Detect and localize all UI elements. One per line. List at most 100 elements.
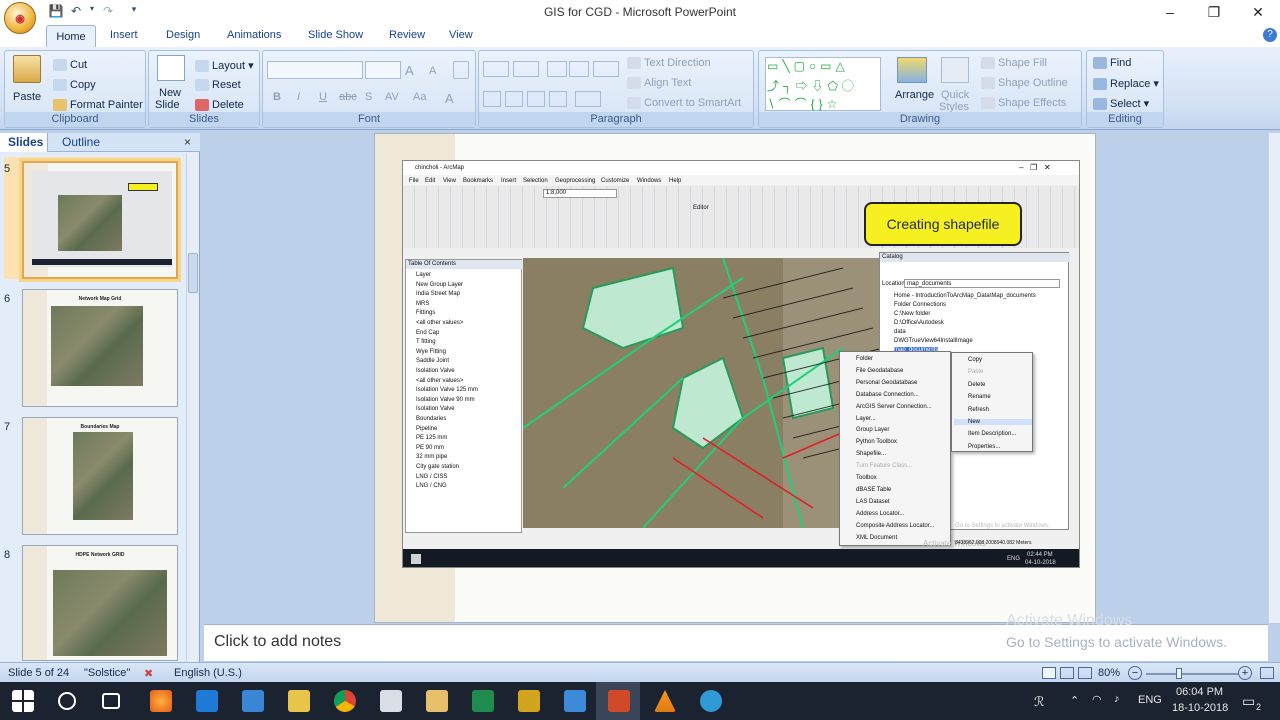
justify-icon[interactable] (549, 91, 567, 107)
edge-icon[interactable] (196, 690, 218, 712)
toc-item[interactable]: LNG / CISS (416, 474, 447, 480)
toc-item[interactable]: Layer (416, 272, 431, 278)
arcmap-menu-customize[interactable]: Customize (601, 178, 629, 184)
find-button[interactable]: Find (1093, 57, 1131, 70)
people-icon[interactable]: ℛ (1034, 694, 1044, 710)
text-direction-button[interactable]: Text Direction (627, 57, 711, 70)
layout-button[interactable]: Layout ▾ (195, 59, 254, 73)
minimize-button[interactable]: – (1148, 0, 1192, 25)
toc-item[interactable]: PE 125 mm (416, 435, 447, 441)
strikethrough-button[interactable]: abc (339, 91, 357, 103)
zoom-slider-thumb[interactable] (1176, 668, 1182, 679)
arrange-icon[interactable] (897, 57, 927, 83)
office-button[interactable]: ◉ (4, 2, 36, 34)
toc-item[interactable]: Isolation Valve (416, 368, 455, 374)
arcmap-menu-insert[interactable]: Insert (501, 178, 516, 184)
spellcheck-icon[interactable]: ✖ (144, 667, 153, 680)
catalog-item[interactable]: Home - IntroductionToArcMap_Data\Map_doc… (894, 293, 1036, 299)
maximize-button[interactable]: ❐ (1192, 0, 1236, 25)
italic-button[interactable]: I (297, 91, 300, 103)
cortana-icon[interactable] (58, 692, 76, 710)
arcmap-editor[interactable]: Editor (693, 205, 709, 211)
new-slide-label-2[interactable]: Slide (155, 99, 179, 111)
bullets-icon[interactable] (483, 61, 509, 77)
align-center-icon[interactable] (505, 91, 523, 107)
arcmap-menu-view[interactable]: View (443, 178, 456, 184)
new-menu-item[interactable]: Group Layer (856, 427, 889, 433)
close-button[interactable]: ✕ (1236, 0, 1280, 25)
language-indicator[interactable]: ENG (1138, 694, 1162, 706)
bold-button[interactable]: B (273, 91, 281, 103)
powerpoint-icon[interactable] (608, 690, 630, 712)
toc-item[interactable]: <all other values> (416, 378, 463, 384)
vlc-icon[interactable] (654, 690, 676, 712)
catalog-item[interactable]: D:\Office\Autodesk (894, 320, 944, 326)
arcmap-menu-selection[interactable]: Selection (523, 178, 548, 184)
quick-styles-label-1[interactable]: Quick (941, 89, 969, 101)
toc-item[interactable]: 32 mm pipe (416, 454, 447, 460)
toc-item[interactable]: LNG / CNG (416, 483, 447, 489)
network-icon[interactable]: ◠ (1092, 693, 1102, 706)
new-menu-item[interactable]: XML Document (856, 535, 897, 541)
paste-button[interactable]: Paste (13, 91, 41, 103)
language[interactable]: English (U.S.) (174, 667, 242, 679)
align-right-icon[interactable] (527, 91, 545, 107)
zoom-level[interactable]: 80% (1098, 667, 1120, 679)
file-explorer-icon[interactable] (288, 690, 310, 712)
tab-animations[interactable]: Animations (227, 29, 281, 41)
arcmap-menu-edit[interactable]: Edit (425, 178, 435, 184)
toc-item[interactable]: Isolation Valve (416, 406, 455, 412)
tab-slide-show[interactable]: Slide Show (308, 29, 363, 41)
normal-view-icon[interactable] (1042, 667, 1056, 679)
delete-slide-button[interactable]: Delete (195, 99, 244, 112)
paste-icon[interactable] (13, 55, 41, 83)
toc-item[interactable]: <all other values> (416, 320, 463, 326)
new-menu-item[interactable]: dBASE Table (856, 487, 891, 493)
shadow-button[interactable]: S (365, 91, 372, 103)
decrease-indent-icon[interactable] (547, 61, 567, 77)
slide-thumbnail-8[interactable]: HDPE Network GRID (22, 545, 178, 661)
slide-thumbnail-5[interactable] (22, 161, 178, 279)
start-icon[interactable] (12, 690, 34, 712)
task-view-icon[interactable] (102, 693, 120, 709)
context-menu-item[interactable]: Delete (968, 382, 985, 388)
toc-item[interactable]: Pipeline (416, 426, 437, 432)
new-menu-item[interactable]: Composite Address Locator... (856, 523, 934, 529)
arcmap-menu-help[interactable]: Help (669, 178, 681, 184)
help-icon[interactable]: ? (1263, 28, 1277, 42)
format-painter-button[interactable]: Format Painter (53, 99, 143, 112)
toc-item[interactable]: City gate station (416, 464, 459, 470)
toc-item[interactable]: Fittings (416, 310, 435, 316)
slideshow-view-icon[interactable] (1078, 667, 1092, 679)
toc-item[interactable]: MRS (416, 301, 429, 307)
app-icon[interactable] (518, 690, 540, 712)
context-menu-item[interactable]: Properties... (968, 444, 1000, 450)
context-menu-item[interactable]: New (954, 419, 1032, 425)
new-menu-item[interactable]: Address Locator... (856, 511, 904, 517)
toc-item[interactable]: PE 90 mm (416, 445, 444, 451)
new-menu-item[interactable]: Layer... (856, 416, 876, 422)
new-menu-item[interactable]: Database Connection... (856, 392, 919, 398)
toc-item[interactable]: New Group Layer (416, 282, 463, 288)
arcmap-menu-bookmarks[interactable]: Bookmarks (463, 178, 493, 184)
catalog-item[interactable]: DWGTrueView64InstallImage (894, 338, 973, 344)
arcgis-icon[interactable] (700, 690, 722, 712)
catalog-item[interactable]: Folder Connections (894, 302, 946, 308)
toc-item[interactable]: End Cap (416, 330, 439, 336)
shrink-font-button[interactable]: A (429, 65, 436, 77)
new-menu-item[interactable]: File Geodatabase (856, 368, 903, 374)
clock-time[interactable]: 06:04 PM (1176, 686, 1223, 698)
clear-format-icon[interactable] (453, 61, 469, 79)
tab-review[interactable]: Review (389, 29, 425, 41)
new-menu-item[interactable]: Folder (856, 356, 873, 362)
font-name-box[interactable] (267, 61, 363, 79)
shape-outline-button[interactable]: Shape Outline (981, 77, 1068, 90)
zoom-slider[interactable] (1146, 673, 1238, 675)
zoom-in-icon[interactable]: + (1238, 666, 1252, 680)
shape-effects-button[interactable]: Shape Effects (981, 97, 1066, 110)
toc-item[interactable]: Wye Fitting (416, 349, 446, 355)
clock-date[interactable]: 18-10-2018 (1172, 702, 1228, 714)
font-color-button[interactable]: A (445, 91, 454, 106)
toc-item[interactable]: India Street Map (416, 291, 460, 297)
convert-smartart-button[interactable]: Convert to SmartArt (627, 97, 741, 110)
